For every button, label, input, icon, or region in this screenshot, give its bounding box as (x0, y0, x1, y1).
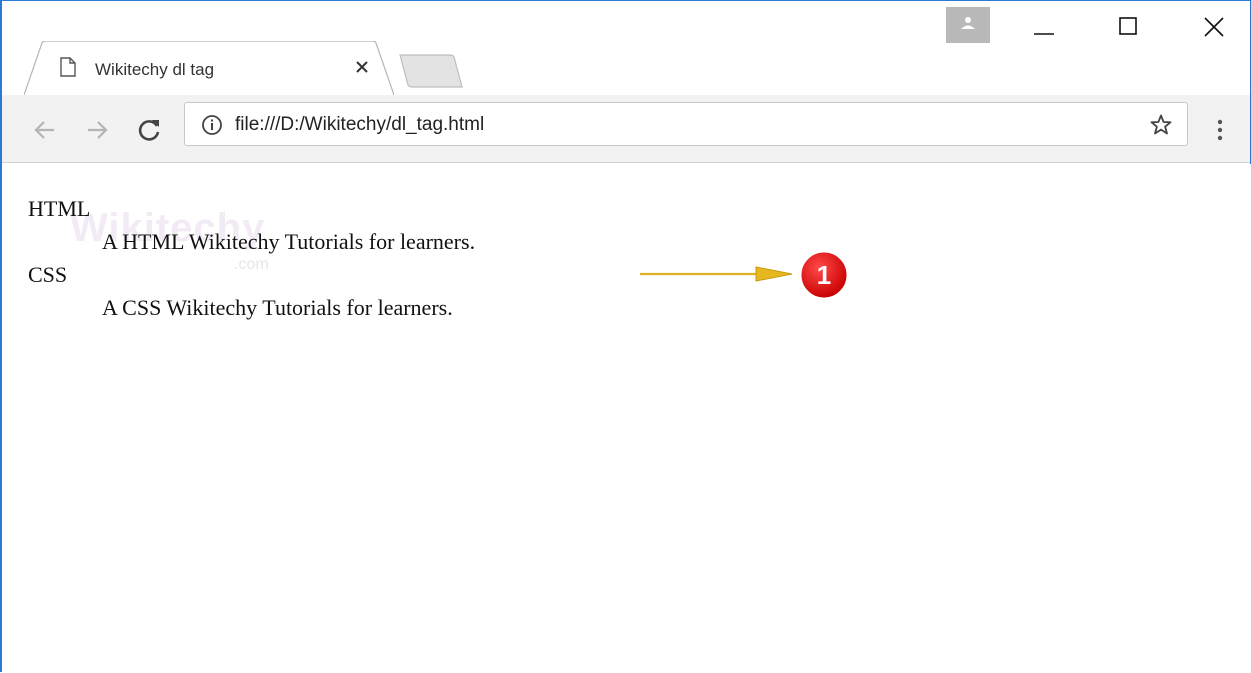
star-icon[interactable] (1149, 113, 1173, 137)
dd-description: A CSS Wikitechy Tutorials for learners. (102, 295, 453, 320)
dd-description: A HTML Wikitechy Tutorials for learners. (102, 229, 476, 254)
three-dots-vertical-icon[interactable] (1210, 115, 1230, 145)
toolbar: file:///D:/Wikitechy/dl_tag.html (2, 95, 1250, 163)
tab-strip: Wikitechy dl tag (2, 1, 1250, 95)
tab-title: Wikitechy dl tag (95, 60, 215, 79)
watermark-sub: .com (234, 256, 269, 273)
back-icon[interactable] (30, 115, 60, 145)
address-bar[interactable]: file:///D:/Wikitechy/dl_tag.html (184, 102, 1188, 146)
forward-icon[interactable] (82, 115, 112, 145)
browser-window: Wikitechy dl tag file:///D:/Wikitechy/dl… (0, 0, 1251, 673)
badge: 1 (797, 248, 851, 302)
maximize-icon[interactable] (1108, 9, 1148, 43)
annotation: 1 (640, 248, 851, 302)
arrow (640, 266, 793, 282)
dt-term: CSS (28, 262, 68, 287)
info-icon[interactable] (201, 114, 223, 136)
person-icon (961, 17, 975, 29)
page-content: Wikitechy .com HTML A HTML Wikitechy Tut… (4, 164, 1251, 673)
close-tab-icon[interactable] (352, 57, 372, 77)
new-tab-button[interactable] (398, 53, 464, 89)
tab-active[interactable]: Wikitechy dl tag (24, 41, 394, 95)
minimize-icon[interactable] (1024, 9, 1064, 43)
profile-button[interactable] (946, 7, 990, 43)
reload-icon[interactable] (134, 115, 164, 145)
badge-number: 1 (817, 260, 831, 290)
close-icon[interactable] (1194, 9, 1234, 43)
page-icon (60, 57, 76, 77)
url-text[interactable]: file:///D:/Wikitechy/dl_tag.html (235, 114, 484, 136)
dt-term: HTML (28, 196, 91, 221)
